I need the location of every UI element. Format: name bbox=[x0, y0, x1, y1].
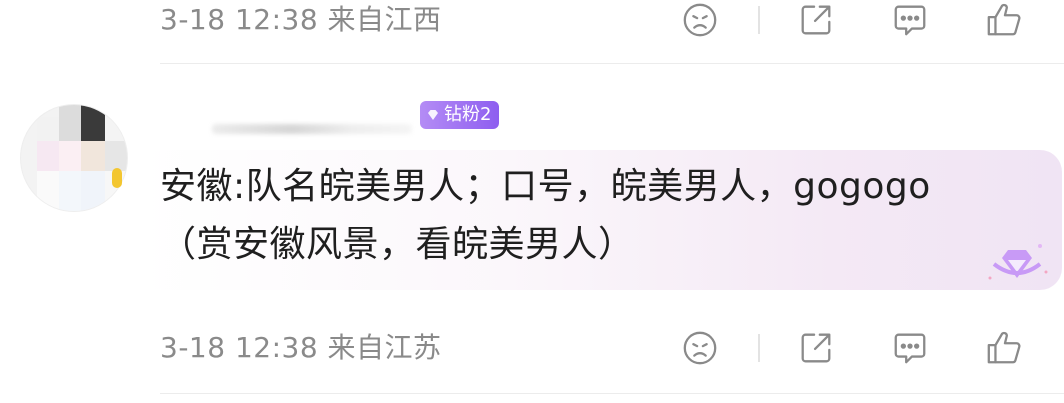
separator bbox=[758, 6, 760, 34]
comment-2-actions bbox=[0, 328, 1064, 368]
comment-icon bbox=[894, 5, 926, 36]
separator bbox=[758, 334, 760, 362]
comment-1-actions bbox=[0, 0, 1064, 40]
avatar-image bbox=[20, 104, 128, 212]
diamond-icon bbox=[428, 110, 438, 120]
verified-dot bbox=[112, 168, 122, 188]
comment-icon bbox=[894, 333, 926, 364]
like-button[interactable] bbox=[984, 2, 1024, 38]
share-icon bbox=[801, 5, 831, 35]
share-button[interactable] bbox=[796, 330, 836, 366]
comment-text-line-2: （赏安徽风景，看皖美男人） bbox=[160, 224, 635, 265]
comment-button[interactable] bbox=[890, 330, 930, 366]
dislike-button[interactable] bbox=[680, 330, 720, 366]
dislike-button[interactable] bbox=[680, 2, 720, 38]
divider bbox=[160, 393, 1064, 394]
dislike-icon bbox=[683, 3, 717, 37]
like-button[interactable] bbox=[984, 330, 1024, 366]
dislike-icon bbox=[683, 331, 717, 365]
fan-badge[interactable]: 钻粉2 bbox=[420, 101, 500, 129]
divider bbox=[160, 63, 1064, 64]
diamond-decoration-icon bbox=[988, 244, 1048, 280]
share-button[interactable] bbox=[796, 2, 836, 38]
comment-button[interactable] bbox=[890, 2, 930, 38]
comment-text-line-1: 安徽:队名皖美男人；口号，皖美男人，gogogo bbox=[160, 166, 931, 207]
share-icon bbox=[801, 333, 831, 363]
comment-text: 安徽:队名皖美男人；口号，皖美男人，gogogo （赏安徽风景，看皖美男人） bbox=[160, 158, 1000, 274]
like-icon bbox=[987, 331, 1021, 364]
username[interactable] bbox=[212, 124, 412, 134]
like-icon bbox=[987, 3, 1021, 36]
badge-label: 钻粉2 bbox=[444, 104, 492, 125]
avatar[interactable] bbox=[20, 104, 130, 224]
